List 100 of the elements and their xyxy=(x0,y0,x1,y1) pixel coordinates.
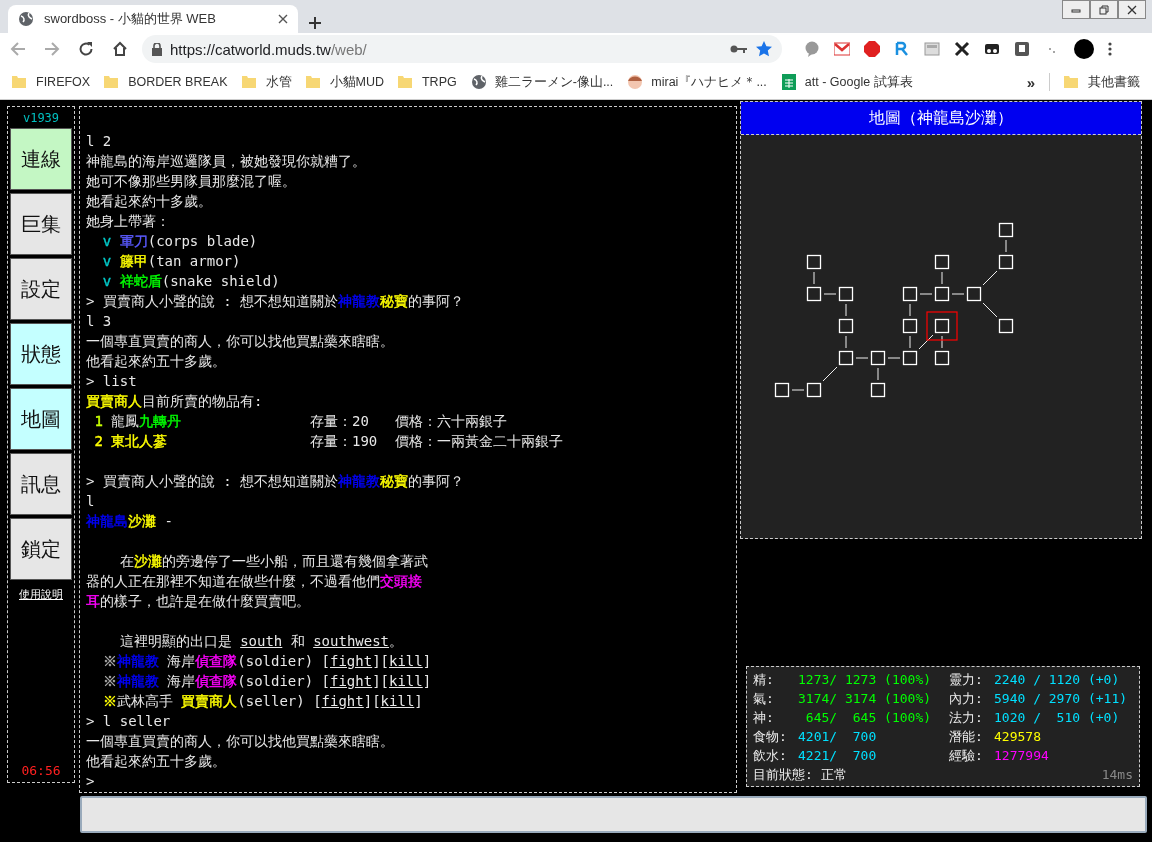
terminal-line: 她看起來約十多歲。 xyxy=(86,192,212,211)
stat-value: 4201/ 700 xyxy=(798,728,877,746)
terminal-line: 在沙灘的旁邊停了一些小船，而且還有幾個拿著武 xyxy=(118,552,428,571)
close-icon xyxy=(1127,4,1137,15)
terminal-line: v 籐甲(tan armor) xyxy=(101,252,241,271)
globe-icon xyxy=(470,74,487,90)
stat-label: 神: xyxy=(753,709,775,727)
sidebar-button[interactable]: 訊息 xyxy=(10,453,72,515)
command-input[interactable] xyxy=(80,796,1147,833)
stat-label: 內力: xyxy=(949,690,984,708)
path-line xyxy=(877,367,879,381)
tab-title: swordboss - 小貓的世界 WEB xyxy=(44,10,217,28)
stat-label: 氣: xyxy=(753,690,775,708)
more-bookmarks-button[interactable]: » xyxy=(1026,73,1035,91)
terminal-line: l xyxy=(86,492,95,511)
cross-icon[interactable] xyxy=(954,41,970,57)
terminal-line: 他看起來約五十多歲。 xyxy=(86,752,226,771)
bookmark[interactable]: mirai『ハナヒメ＊... xyxy=(627,73,767,91)
help-link[interactable]: 使用說明 xyxy=(19,587,63,602)
profile-avatar-icon[interactable] xyxy=(1074,39,1094,59)
path-line xyxy=(791,389,805,391)
stat-label: 精: xyxy=(753,671,775,689)
stock-text: 存量：190 xyxy=(310,432,379,451)
latency-text: 14ms xyxy=(1101,766,1133,784)
shop-item-name: 1 龍鳳九轉丹 xyxy=(93,412,183,431)
download-box-icon[interactable] xyxy=(1014,41,1030,57)
terminal-line: 神龍島沙灘 - xyxy=(86,512,173,531)
command-link[interactable]: kill xyxy=(389,673,423,689)
path-line xyxy=(813,271,815,285)
terminal-line: 她身上帶著： xyxy=(86,212,170,231)
command-link[interactable]: fight xyxy=(321,693,364,709)
sidebar-button[interactable]: 連線 xyxy=(10,128,72,190)
close-button[interactable] xyxy=(1118,0,1146,19)
terminal-line: 器的人正在那裡不知道在做些什麼，不過看他們交頭接 xyxy=(86,572,422,591)
letter-mark-icon[interactable] xyxy=(894,41,910,57)
sidebar-button[interactable]: 巨集 xyxy=(10,193,72,255)
terminal-line: > 買賣商人小聲的說 : 想不想知道關於神龍教秘寶的事阿？ xyxy=(86,472,465,491)
terminal-line: 神龍島的海岸巡邏隊員，被她發現你就糟了。 xyxy=(86,152,366,171)
bookmark[interactable]: TRPG xyxy=(398,74,457,90)
close-icon[interactable] xyxy=(278,14,288,24)
command-link[interactable]: fight xyxy=(330,653,373,669)
browser-tab[interactable]: swordboss - 小貓的世界 WEB xyxy=(8,5,298,33)
stat-value: 5940 / 2970 (+11) xyxy=(994,690,1128,708)
status-value: 正常 xyxy=(820,766,847,784)
speech-bubble-icon[interactable] xyxy=(804,41,820,57)
glasses-icon[interactable] xyxy=(984,41,1000,57)
stat-value: 1020 / 510 (+0) xyxy=(994,709,1120,727)
path-line xyxy=(982,270,998,286)
terminal-line: 他看起來約五十多歲。 xyxy=(86,352,226,371)
reload-icon[interactable] xyxy=(78,41,94,57)
stop-sign-icon[interactable] xyxy=(864,41,880,57)
map-title: 地圖（神龍島沙灘） xyxy=(741,102,1141,135)
bookmark[interactable]: 水管 xyxy=(241,73,292,91)
stat-value: 645/ 645 (100%) xyxy=(804,709,932,727)
terminal-line: 一個專直買賣的商人，你可以找他買點藥來瞎瞎。 xyxy=(86,732,394,751)
command-link[interactable]: kill xyxy=(389,653,423,669)
folder-icon xyxy=(12,74,28,90)
bookmark[interactable]: BORDER BREAK xyxy=(104,74,228,90)
stat-label: 潛能: xyxy=(949,728,984,746)
stat-label: 經驗: xyxy=(949,747,984,765)
bookmark[interactable]: 其他書籤 xyxy=(1064,73,1140,91)
shop-item-name: 2 東北人蔘 xyxy=(93,432,169,451)
address-bar[interactable]: https://catworld.muds.tw/web/ xyxy=(142,35,782,63)
command-link[interactable]: fight xyxy=(330,673,373,689)
stat-value: 1273/ 1273 (100%) xyxy=(798,671,932,689)
command-link[interactable]: kill xyxy=(380,693,415,709)
path-line xyxy=(951,293,965,295)
path-line xyxy=(909,303,911,317)
stat-label: 法力: xyxy=(949,709,984,727)
menu-icon[interactable] xyxy=(1108,41,1112,57)
sidebar-button[interactable]: 設定 xyxy=(10,258,72,320)
path-line xyxy=(941,335,943,349)
folder-icon xyxy=(305,74,322,90)
sidebar-button[interactable]: 鎖定 xyxy=(10,518,72,580)
bookmark[interactable]: 小貓MUD xyxy=(305,73,384,91)
restore-button[interactable] xyxy=(1090,0,1118,19)
path-line xyxy=(909,335,911,349)
bookmark[interactable]: FIREFOX xyxy=(12,74,91,90)
terminal-line: ※武林高手 買賣商人(seller) [fight][kill] xyxy=(102,692,423,711)
bookmark[interactable]: 雞二ラーメン-像山... xyxy=(470,73,614,91)
star-icon[interactable] xyxy=(756,41,772,57)
sidebar-button[interactable]: 狀態 xyxy=(10,323,72,385)
minimize-button[interactable] xyxy=(1062,0,1090,19)
sidebar-button[interactable]: 地圖 xyxy=(10,388,72,450)
command-link[interactable]: south xyxy=(240,633,283,649)
command-link[interactable]: southwest xyxy=(313,633,390,649)
lock-icon xyxy=(152,42,162,56)
key-icon[interactable] xyxy=(730,44,748,54)
home-icon[interactable] xyxy=(112,41,128,57)
stat-label: 飲水: xyxy=(753,747,788,765)
terminal-line: 她可不像那些男隊員那麼混了喔。 xyxy=(86,172,296,191)
path-line xyxy=(919,293,933,295)
new-tab-button[interactable] xyxy=(308,16,322,30)
path-line xyxy=(845,303,847,317)
bookmark[interactable]: att - Google 試算表 xyxy=(780,73,913,91)
envelope-icon[interactable] xyxy=(834,41,850,57)
path-line xyxy=(845,335,847,349)
restore-icon xyxy=(1099,4,1109,15)
stat-label: 食物: xyxy=(753,728,788,746)
avatar-icon xyxy=(627,74,644,90)
